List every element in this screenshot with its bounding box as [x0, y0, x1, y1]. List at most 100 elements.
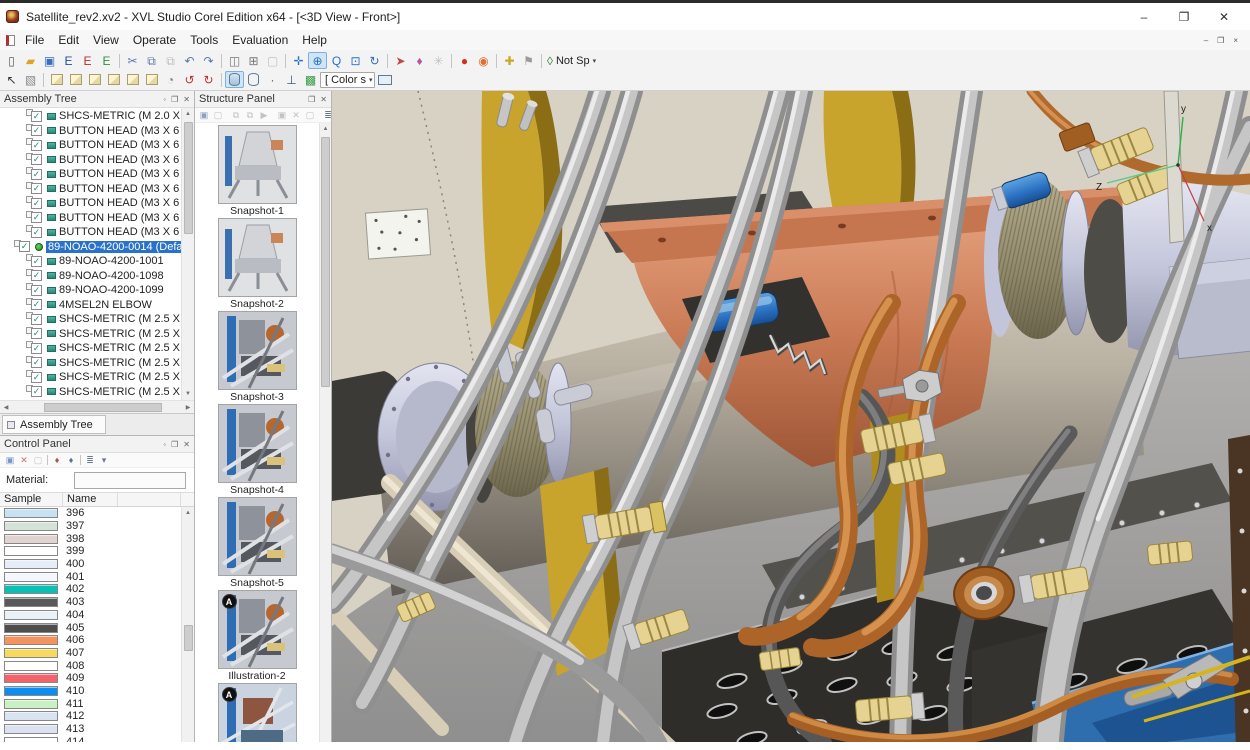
view-cube-right[interactable]: [104, 71, 123, 88]
rotate-view-tool[interactable]: ↻: [365, 52, 384, 69]
structure-panel-vertical-scrollbar[interactable]: ▲: [319, 123, 331, 750]
panel-float-icon[interactable]: ❐: [171, 440, 178, 449]
snapshot-item[interactable]: AIllustration-2: [195, 590, 319, 683]
3d-viewport[interactable]: y Z x: [332, 91, 1250, 750]
tab-assembly-tree[interactable]: Assembly Tree: [2, 415, 106, 434]
panel-close-icon[interactable]: ✕: [183, 440, 190, 449]
view-cube-bottom[interactable]: [142, 71, 161, 88]
snapshot-item[interactable]: A: [195, 683, 319, 750]
view-cube-front[interactable]: [47, 71, 66, 88]
snapshot-item[interactable]: Snapshot-3: [195, 311, 319, 404]
tree-item[interactable]: ✓BUTTON HEAD (M3 X 6 L(: [0, 225, 181, 240]
material-row-404[interactable]: 404: [0, 609, 181, 622]
material-row-405[interactable]: 405: [0, 621, 181, 634]
pan-tool[interactable]: ✛: [289, 52, 308, 69]
copy[interactable]: ⧉: [142, 52, 161, 69]
tree-item[interactable]: ✓SHCS-METRIC (M 2.5 X 8: [0, 385, 181, 400]
tree-item[interactable]: ✓BUTTON HEAD (M3 X 6 L(: [0, 211, 181, 226]
checkbox-icon[interactable]: ✓: [31, 125, 42, 136]
tree-item[interactable]: ✓BUTTON HEAD (M3 X 6 L(: [0, 182, 181, 197]
panel-pin-icon[interactable]: ◦: [163, 95, 166, 104]
snapshot-thumbnail[interactable]: A: [218, 590, 297, 669]
window-minimize-button[interactable]: –: [1134, 10, 1154, 24]
scroll-right-icon[interactable]: ▶: [182, 404, 194, 411]
select-tool[interactable]: ↖: [2, 71, 21, 88]
panel-close-icon[interactable]: ✕: [183, 95, 190, 104]
checkbox-icon[interactable]: ✓: [31, 285, 42, 296]
checkbox-icon[interactable]: ✓: [31, 140, 42, 151]
menu-operate[interactable]: Operate: [126, 31, 183, 49]
rotate-cw[interactable]: ↻: [199, 71, 218, 88]
scrollbar-thumb[interactable]: [184, 122, 193, 234]
menu-edit[interactable]: Edit: [51, 31, 86, 49]
scroll-up-icon[interactable]: ▲: [323, 123, 329, 135]
snapshot-thumbnail[interactable]: [218, 497, 297, 576]
snapshot-item[interactable]: Snapshot-2: [195, 218, 319, 311]
mdi-restore-button[interactable]: ❐: [1217, 36, 1224, 45]
material-row-402[interactable]: 402: [0, 583, 181, 596]
measure-tool[interactable]: ✚: [500, 52, 519, 69]
tree-item[interactable]: ✓SHCS-METRIC (M 2.5 X 8: [0, 312, 181, 327]
checkbox-icon[interactable]: ✓: [31, 372, 42, 383]
view-cube-top[interactable]: [123, 71, 142, 88]
new-illustration[interactable]: ▣: [275, 109, 289, 122]
texture-tool[interactable]: ▩: [301, 71, 320, 88]
tree-item[interactable]: ✓89-NOAO-4200-0014 (Defa: [0, 240, 181, 255]
material-row-411[interactable]: 411: [0, 697, 181, 710]
column-name[interactable]: Name: [63, 493, 118, 506]
column-sample[interactable]: Sample: [0, 493, 63, 506]
snapshot-item[interactable]: Snapshot-1: [195, 125, 319, 218]
snapshot-item[interactable]: Snapshot-5: [195, 497, 319, 590]
checkbox-icon[interactable]: ✓: [31, 343, 42, 354]
tree-item[interactable]: ✓BUTTON HEAD (M3 X 6 L(: [0, 124, 181, 139]
menu-help[interactable]: Help: [295, 31, 334, 49]
panel-float-icon[interactable]: ❐: [171, 95, 178, 104]
checkbox-icon[interactable]: ✓: [31, 328, 42, 339]
tree-item[interactable]: ✓SHCS-METRIC (M 2.5 X 8: [0, 356, 181, 371]
tree-item[interactable]: ✓BUTTON HEAD (M3 X 6 L(: [0, 138, 181, 153]
zoom-region-tool[interactable]: ⊡: [346, 52, 365, 69]
view-cube-left[interactable]: [85, 71, 104, 88]
display-solid[interactable]: [225, 71, 244, 88]
cut[interactable]: ✂: [123, 52, 142, 69]
material-row-399[interactable]: 399: [0, 545, 181, 558]
paint-tool[interactable]: ♦: [410, 52, 429, 69]
window-close-button[interactable]: ✕: [1214, 10, 1234, 24]
snapshot-item[interactable]: Snapshot-4: [195, 404, 319, 497]
material-row-400[interactable]: 400: [0, 558, 181, 571]
fill-style-combo[interactable]: ◊Not Sp▾: [545, 52, 599, 69]
tree-item[interactable]: ✓SHCS-METRIC (M 2.5 X 8: [0, 327, 181, 342]
material-input[interactable]: [74, 472, 186, 489]
menu-view[interactable]: View: [86, 31, 126, 49]
view-cube-iso[interactable]: ◔: [161, 71, 180, 88]
scrollbar-thumb[interactable]: [184, 625, 193, 651]
checkbox-icon[interactable]: ✓: [31, 299, 42, 310]
open-folder[interactable]: ▰: [21, 52, 40, 69]
tree-item[interactable]: ✓89-NOAO-4200-1098: [0, 269, 181, 284]
snapshot-frame-add[interactable]: ⊞: [244, 52, 263, 69]
tree-item[interactable]: ✓4MSEL2N ELBOW: [0, 298, 181, 313]
tree-item[interactable]: ✓BUTTON HEAD (M3 X 6 L(: [0, 196, 181, 211]
list-view-caret[interactable]: ▾: [97, 454, 111, 467]
material-row-409[interactable]: 409: [0, 672, 181, 685]
edit-sample[interactable]: ▢: [31, 454, 45, 467]
view-cube-back[interactable]: [66, 71, 85, 88]
menu-tools[interactable]: Tools: [183, 31, 225, 49]
material-row-403[interactable]: 403: [0, 596, 181, 609]
panel-float-icon[interactable]: ❐: [308, 95, 315, 104]
display-options-caret[interactable]: ·: [263, 71, 282, 88]
column-extra[interactable]: [118, 493, 181, 506]
checkbox-icon[interactable]: ✓: [31, 386, 42, 397]
material-row-410[interactable]: 410: [0, 685, 181, 698]
menu-file[interactable]: File: [18, 31, 51, 49]
new-snapshot[interactable]: ▣: [197, 109, 211, 122]
tree-item[interactable]: ✓SHCS-METRIC (M 2.5 X 8: [0, 341, 181, 356]
rotate-ccw[interactable]: ↺: [180, 71, 199, 88]
assembly-tree-horizontal-scrollbar[interactable]: ◀ ▶: [0, 400, 194, 413]
copy-snapshot[interactable]: ⧉: [229, 109, 243, 122]
checkbox-icon[interactable]: ✓: [31, 154, 42, 165]
tree-item[interactable]: ✓BUTTON HEAD (M3 X 6 L(: [0, 167, 181, 182]
checkbox-icon[interactable]: ✓: [19, 241, 30, 252]
scroll-down-icon[interactable]: ▼: [185, 388, 191, 400]
control-panel-vertical-scrollbar[interactable]: ▲ ▼: [181, 507, 194, 750]
